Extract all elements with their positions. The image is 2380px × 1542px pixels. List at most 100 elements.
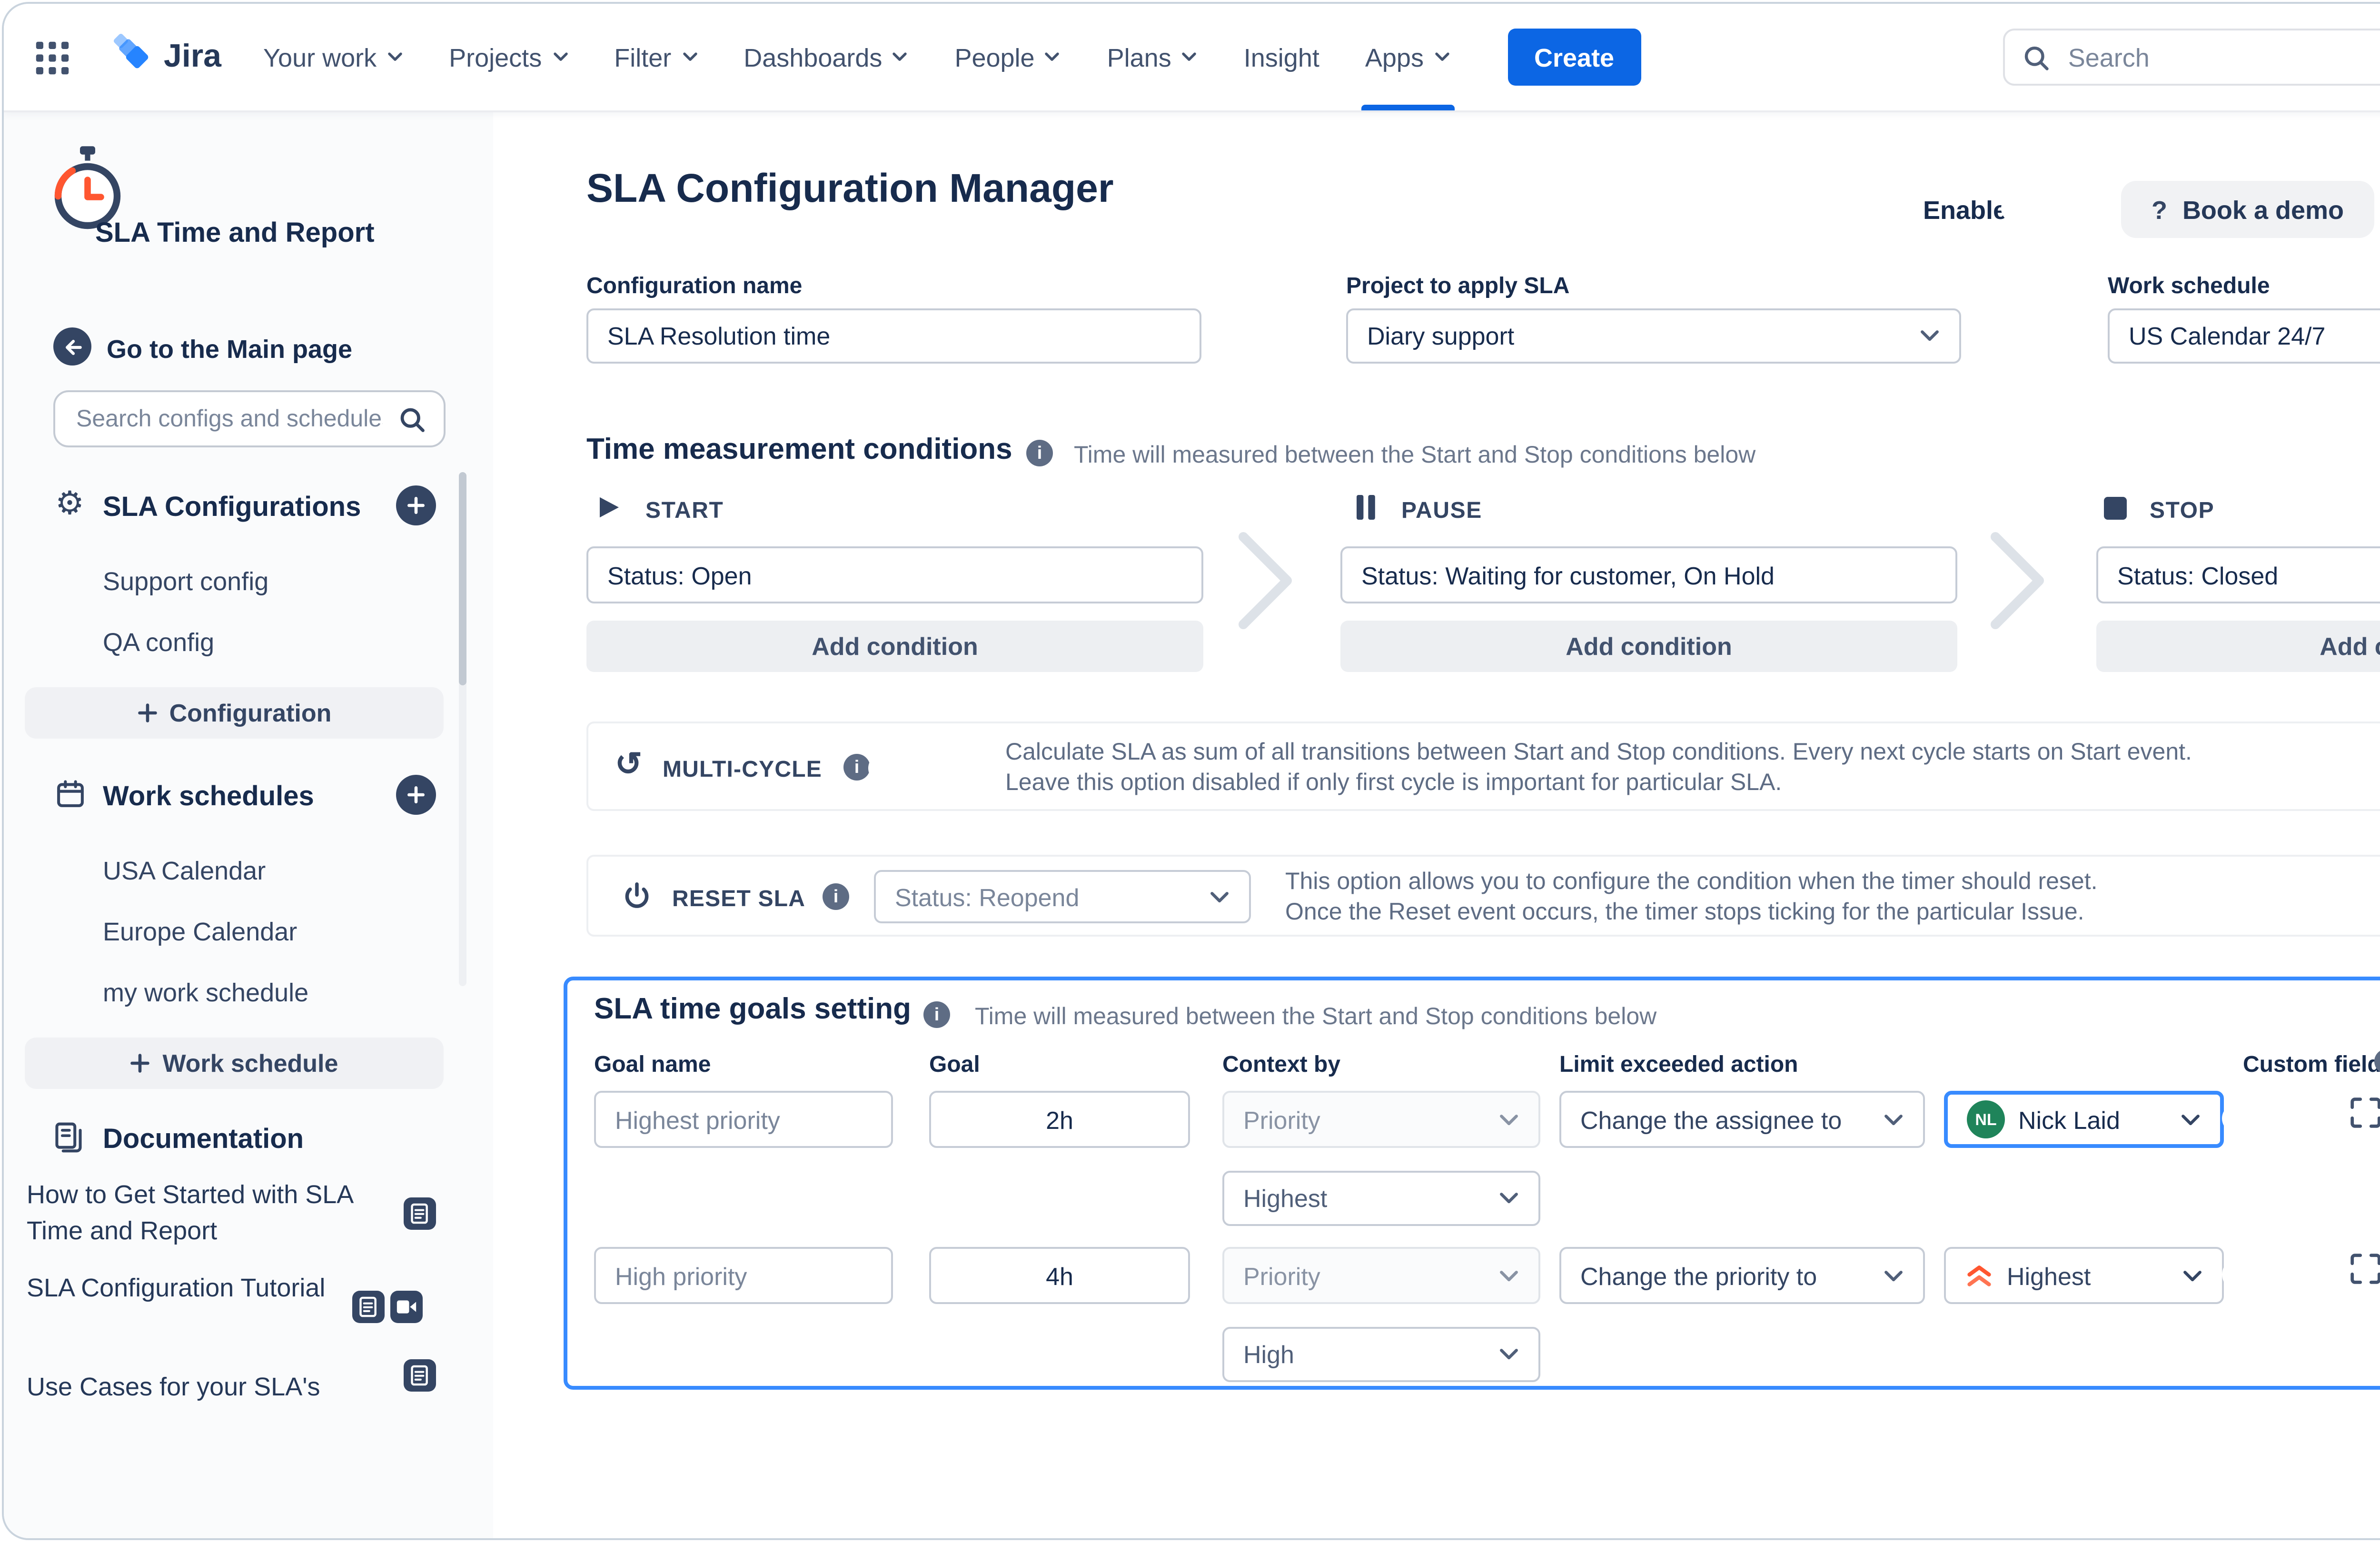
global-search-input[interactable] [2064, 41, 2380, 73]
multicycle-panel: ↺ MULTI-CYCLE i Calculate SLA as sum of … [586, 722, 2380, 811]
nav-filter[interactable]: Filter [614, 4, 698, 110]
create-button[interactable]: Create [1507, 29, 1641, 86]
nav-plans[interactable]: Plans [1107, 4, 1198, 110]
goal-name-input[interactable]: High priority [594, 1247, 893, 1304]
jira-logo[interactable]: Jira [112, 31, 221, 83]
sidebar-item-support-config[interactable]: Support config [103, 567, 268, 596]
sidebar-search-input[interactable] [72, 404, 387, 434]
expand-icon[interactable] [2350, 1253, 2380, 1285]
start-add-condition-button[interactable]: Add condition [586, 621, 1203, 672]
global-search[interactable] [2003, 29, 2380, 86]
goals-title: SLA time goals setting [594, 994, 911, 1028]
sidebar-item-qa-config[interactable]: QA config [103, 628, 214, 657]
stage: Jira Your work Projects Filter Dashboard… [0, 0, 2380, 1542]
sidebar-item-europe-calendar[interactable]: Europe Calendar [103, 918, 297, 946]
multicycle-history-icon: ↺ [615, 748, 642, 781]
chevron-down-icon [1883, 1113, 1904, 1126]
info-icon[interactable]: i [843, 754, 870, 781]
sidebar [4, 110, 493, 1538]
info-icon[interactable]: i [1026, 440, 1053, 466]
col-goal-name: Goal name [594, 1051, 711, 1077]
doc-page-icon[interactable] [352, 1291, 385, 1323]
chevron-down-icon [1433, 51, 1450, 63]
context-value-select[interactable]: High [1222, 1327, 1540, 1382]
chevron-down-icon [1181, 51, 1198, 63]
doc-link-get-started[interactable]: How to Get Started with SLA Time and Rep… [27, 1176, 379, 1249]
reset-status-select[interactable]: Status: Reopend [874, 870, 1251, 923]
nav-apps[interactable]: Apps [1365, 4, 1450, 110]
nav-insight[interactable]: Insight [1244, 4, 1319, 110]
work-schedule-label: Work schedule [2108, 272, 2270, 299]
work-schedule-select[interactable]: US Calendar 24/7 [2108, 308, 2380, 364]
multicycle-label: MULTI-CYCLE [663, 756, 822, 782]
doc-link-use-cases[interactable]: Use Cases for your SLA's [27, 1369, 407, 1405]
sidebar-item-usa-calendar[interactable]: USA Calendar [103, 857, 266, 885]
documentation-book-icon [53, 1121, 84, 1163]
back-arrow-icon[interactable] [53, 327, 91, 366]
doc-page-icon[interactable] [404, 1359, 436, 1392]
start-condition-field[interactable]: Status: Open [586, 546, 1203, 603]
stop-condition-field[interactable]: Status: Closed [2096, 546, 2380, 603]
work-schedules-title: Work schedules [103, 782, 314, 813]
flow-chevron-icon [1238, 531, 1295, 640]
nav-your-work[interactable]: Your work [263, 4, 403, 110]
goals-hint: Time will measured between the Start and… [975, 1003, 1656, 1030]
documentation-title: Documentation [103, 1125, 304, 1156]
flow-chevron-icon [1990, 531, 2047, 640]
nav-projects[interactable]: Projects [449, 4, 568, 110]
book-demo-button[interactable]: ? Book a demo [2121, 181, 2374, 238]
expand-icon[interactable] [2350, 1097, 2380, 1129]
app-switcher-icon[interactable] [34, 39, 70, 75]
add-work-schedule-button[interactable]: Work schedule [25, 1038, 444, 1089]
sidebar-item-my-work-schedule[interactable]: my work schedule [103, 979, 308, 1007]
jira-logo-icon [112, 31, 154, 83]
context-by-select[interactable]: Priority [1222, 1091, 1540, 1148]
doc-link-tutorial[interactable]: SLA Configuration Tutorial [27, 1270, 331, 1306]
pause-add-condition-button[interactable]: Add condition [1340, 621, 1957, 672]
info-icon[interactable]: i [923, 1001, 950, 1028]
back-to-main-link[interactable]: Go to the Main page [107, 335, 352, 364]
limit-action-select[interactable]: Change the priority to [1559, 1247, 1925, 1304]
nav-people[interactable]: People [954, 4, 1061, 110]
priority-target-select[interactable]: Highest [1944, 1247, 2224, 1304]
chevron-down-icon [1498, 1192, 1519, 1205]
goal-name-input[interactable]: Highest priority [594, 1091, 893, 1148]
context-value-select[interactable]: Highest [1222, 1171, 1540, 1226]
sla-goals-panel: SLA time goals setting i Time will measu… [564, 977, 2380, 1390]
config-name-label: Configuration name [586, 272, 802, 299]
sla-app-title: SLA Time and Report [95, 219, 375, 249]
start-label: START [645, 497, 724, 524]
add-schedule-plus-icon[interactable] [396, 775, 436, 815]
multicycle-description-line1: Calculate SLA as sum of all transitions … [1005, 739, 2192, 768]
sidebar-search[interactable] [53, 390, 446, 447]
sidebar-scrollbar-thumb[interactable] [459, 472, 466, 685]
goal-value-input[interactable]: 2h [929, 1091, 1190, 1148]
add-configuration-plus-icon[interactable] [396, 485, 436, 525]
reset-description-line1: This option allows you to configure the … [1285, 868, 2098, 898]
reset-power-icon [623, 881, 651, 921]
pause-condition-field[interactable]: Status: Waiting for customer, On Hold [1340, 546, 1957, 603]
top-navigation-bar: Jira Your work Projects Filter Dashboard… [4, 4, 2380, 110]
info-icon[interactable]: i [823, 883, 849, 910]
goal-value-input[interactable]: 4h [929, 1247, 1190, 1304]
doc-video-icon[interactable] [390, 1291, 423, 1323]
primary-nav: Your work Projects Filter Dashboards Peo… [263, 4, 1450, 110]
chevron-down-icon [1919, 329, 1940, 343]
reset-sla-label: RESET SLA [672, 885, 805, 912]
add-configuration-button[interactable]: Configuration [25, 687, 444, 739]
limit-action-select[interactable]: Change the assignee to [1559, 1091, 1925, 1148]
search-icon [2023, 43, 2051, 71]
nav-dashboards[interactable]: Dashboards [744, 4, 909, 110]
conditions-title: Time measurement conditions [586, 434, 1012, 468]
assignee-select[interactable]: NL Nick Laid [1944, 1091, 2224, 1148]
doc-page-icon[interactable] [404, 1197, 436, 1230]
col-context-by: Context by [1222, 1051, 1340, 1077]
config-name-input[interactable]: SLA Resolution time [586, 308, 1201, 364]
chevron-down-icon [1498, 1113, 1519, 1126]
chevron-down-icon [2180, 1113, 2201, 1126]
page-title: SLA Configuration Manager [586, 168, 1114, 213]
context-by-select[interactable]: Priority [1222, 1247, 1540, 1304]
project-select[interactable]: Diary support [1346, 308, 1961, 364]
stop-add-condition-button[interactable]: Add condition [2096, 621, 2380, 672]
chevron-down-icon [1044, 51, 1061, 63]
